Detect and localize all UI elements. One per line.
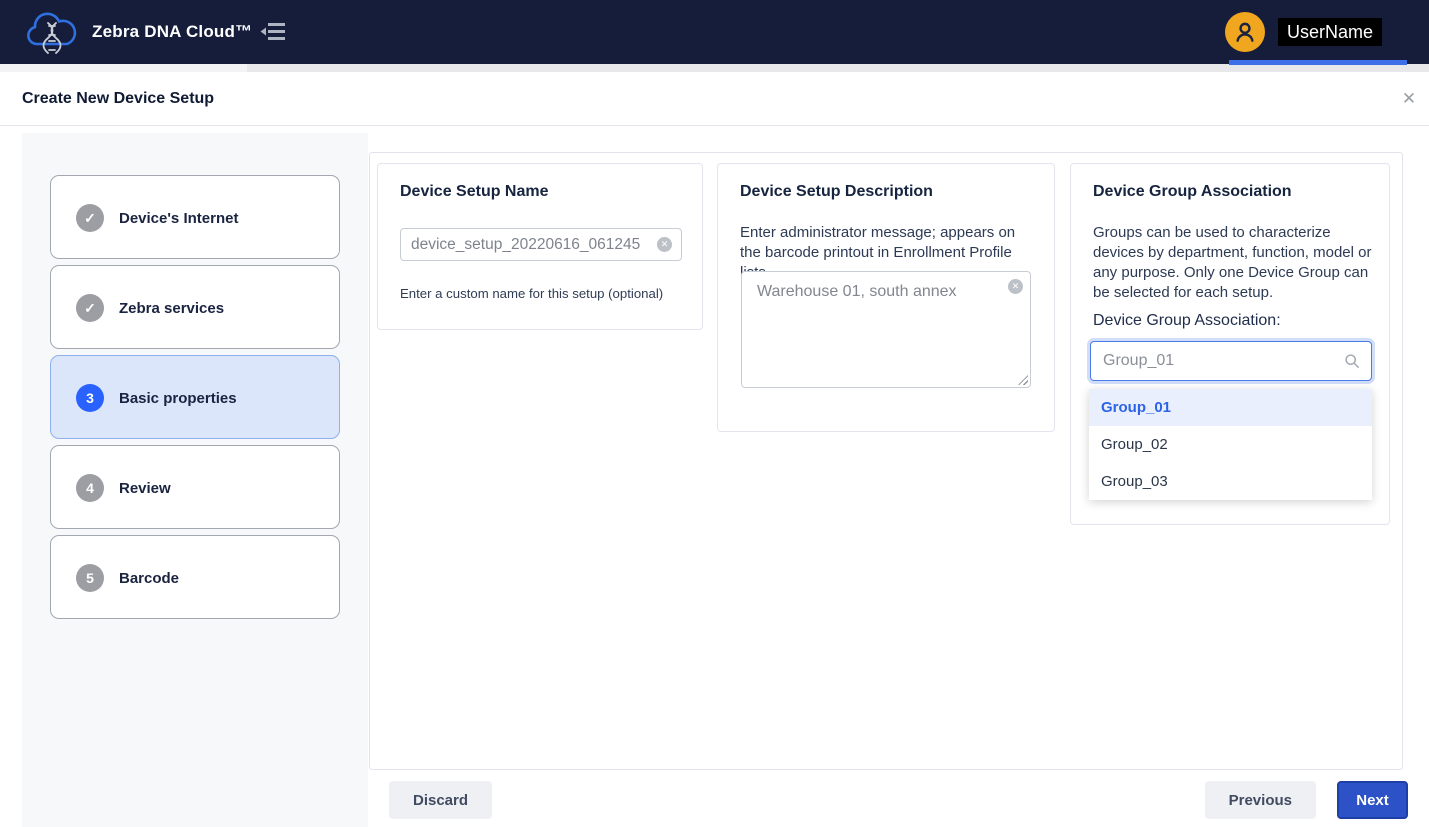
dropdown-option-group-01[interactable]: Group_01 <box>1089 389 1372 426</box>
group-select-label: Device Group Association: <box>1093 312 1281 330</box>
setup-name-input[interactable] <box>401 229 681 260</box>
step-label: Barcode <box>119 536 179 620</box>
discard-button[interactable]: Discard <box>389 781 492 819</box>
search-icon <box>1344 353 1360 369</box>
group-options-dropdown: Group_01 Group_02 Group_03 <box>1089 389 1372 500</box>
sidebar-step-zebra-services[interactable]: ✓ Zebra services <box>50 265 340 349</box>
group-description: Groups can be used to characterize devic… <box>1093 223 1373 303</box>
card-title: Device Setup Description <box>740 183 933 201</box>
card-title: Device Group Association <box>1093 183 1292 201</box>
sidebar-step-devices-internet[interactable]: ✓ Device's Internet <box>50 175 340 259</box>
check-icon: ✓ <box>76 294 104 322</box>
step-label: Basic properties <box>119 356 237 440</box>
step-label: Device's Internet <box>119 176 238 260</box>
menu-open-icon[interactable] <box>259 19 289 45</box>
dropdown-option-group-02[interactable]: Group_02 <box>1089 426 1372 463</box>
sidebar-step-basic-properties[interactable]: 3 Basic properties <box>50 355 340 439</box>
app-header-bar: Zebra DNA Cloud™ UserName <box>0 0 1429 64</box>
background-page-corner <box>247 64 263 72</box>
dropdown-option-group-03[interactable]: Group_03 <box>1089 463 1372 500</box>
step-number-badge: 4 <box>76 474 104 502</box>
background-page-strip-left <box>0 64 247 72</box>
sidebar-step-barcode[interactable]: 5 Barcode <box>50 535 340 619</box>
username-label[interactable]: UserName <box>1278 18 1382 46</box>
device-setup-description-card: Device Setup Description Enter administr… <box>717 163 1055 432</box>
app-title: Zebra DNA Cloud™ <box>92 0 252 64</box>
description-textarea[interactable]: Warehouse 01, south annex <box>742 272 1030 387</box>
step-number-badge: 5 <box>76 564 104 592</box>
device-setup-name-card: Device Setup Name ✕ Enter a custom name … <box>377 163 703 330</box>
setup-name-field-wrap: ✕ <box>400 228 682 261</box>
sidebar-step-review[interactable]: 4 Review <box>50 445 340 529</box>
wizard-footer: Discard Previous Next <box>369 770 1408 827</box>
step-number-badge: 3 <box>76 384 104 412</box>
stepper-sidebar: ✓ Device's Internet ✓ Zebra services 3 B… <box>22 133 368 827</box>
check-icon: ✓ <box>76 204 104 232</box>
previous-button[interactable]: Previous <box>1205 781 1316 819</box>
person-icon <box>1232 19 1258 45</box>
modal-title-bar: Create New Device Setup <box>0 72 1429 126</box>
card-title: Device Setup Name <box>400 183 549 201</box>
group-select-value: Group_01 <box>1103 342 1174 380</box>
clear-icon[interactable]: ✕ <box>1008 279 1023 294</box>
step-label: Review <box>119 446 171 530</box>
clear-icon[interactable]: ✕ <box>657 237 672 252</box>
modal-title: Create New Device Setup <box>22 72 214 126</box>
group-select[interactable]: Group_01 <box>1090 341 1372 381</box>
user-avatar[interactable] <box>1225 12 1265 52</box>
close-icon[interactable]: ✕ <box>1396 86 1422 112</box>
next-button[interactable]: Next <box>1337 781 1408 819</box>
description-field-wrap: Warehouse 01, south annex ✕ <box>741 271 1031 388</box>
active-tab-indicator <box>1229 60 1407 65</box>
step-label: Zebra services <box>119 266 224 350</box>
zebra-dna-cloud-logo-icon <box>23 8 83 58</box>
setup-name-helper-text: Enter a custom name for this setup (opti… <box>400 286 663 301</box>
zebra-dna-cloud-app: Zebra DNA Cloud™ UserName Create New Dev… <box>0 0 1429 827</box>
